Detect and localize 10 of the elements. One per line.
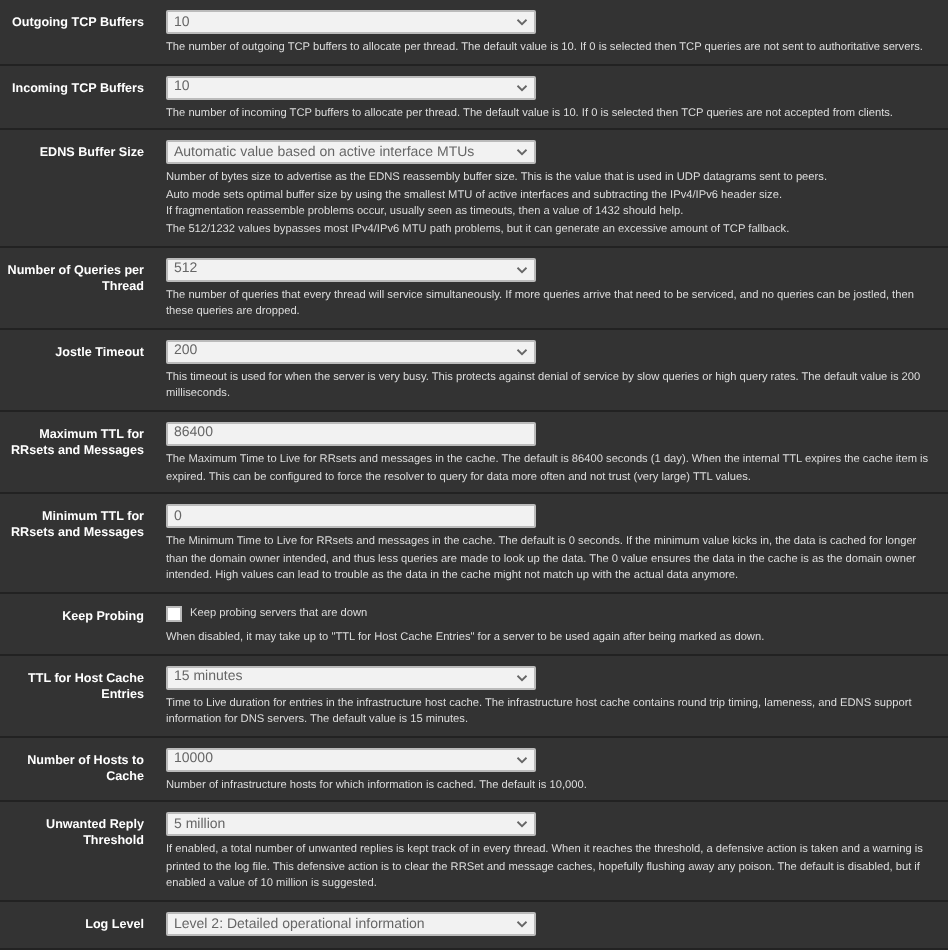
chevron-down-icon — [516, 83, 528, 92]
chevron-down-icon — [516, 347, 528, 356]
chevron-down-icon — [516, 18, 528, 26]
chevron-down-icon — [516, 673, 528, 681]
chevron-down-icon — [516, 265, 528, 274]
chevron-down-icon — [516, 820, 528, 829]
chevron-down-icon — [516, 755, 528, 764]
checkbox[interactable] — [166, 605, 182, 622]
chevron-down-icon — [516, 148, 528, 157]
chevron-down-icon — [516, 920, 528, 929]
